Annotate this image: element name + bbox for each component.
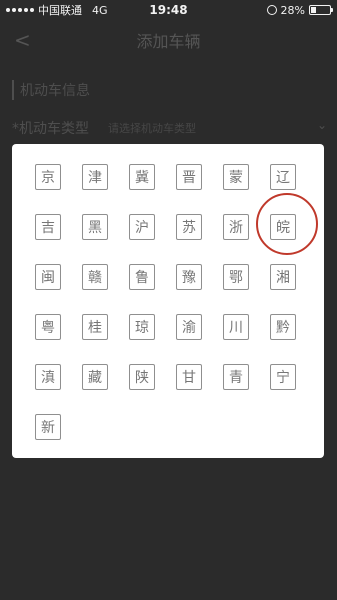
province-key[interactable]: 沪: [129, 214, 155, 240]
province-key[interactable]: 冀: [129, 164, 155, 190]
battery-fill: [311, 7, 317, 13]
nav-bar: < 添加车辆: [0, 20, 337, 60]
signal-icon: [6, 8, 34, 12]
province-key[interactable]: 甘: [176, 364, 202, 390]
province-key[interactable]: 宁: [270, 364, 296, 390]
province-key[interactable]: 渝: [176, 314, 202, 340]
battery-percent: 28%: [280, 3, 305, 17]
page-title: 添加车辆: [136, 32, 201, 51]
vehicle-type-label: *机动车类型: [12, 121, 89, 137]
status-bar: 中国联通 4G 19:48 28%: [0, 0, 337, 20]
vehicle-type-row[interactable]: *机动车类型 请选择机动车类型 ⌄: [12, 118, 327, 142]
province-key[interactable]: 陕: [129, 364, 155, 390]
province-key[interactable]: 苏: [176, 214, 202, 240]
province-key[interactable]: 豫: [176, 264, 202, 290]
network-label: 4G: [92, 3, 108, 17]
province-key[interactable]: 赣: [82, 264, 108, 290]
province-key[interactable]: 蒙: [223, 164, 249, 190]
carrier-label: 中国联通: [38, 4, 82, 17]
province-key[interactable]: 粤: [35, 314, 61, 340]
province-key[interactable]: 京: [35, 164, 61, 190]
province-key[interactable]: 闽: [35, 264, 61, 290]
status-right: 28%: [266, 3, 333, 17]
section-title: 机动车信息: [12, 80, 90, 100]
back-icon[interactable]: <: [14, 28, 31, 52]
province-key[interactable]: 滇: [35, 364, 61, 390]
province-key[interactable]: 黑: [82, 214, 108, 240]
province-key[interactable]: 皖: [270, 214, 296, 240]
province-key[interactable]: 鄂: [223, 264, 249, 290]
province-key[interactable]: 新: [35, 414, 61, 440]
province-key[interactable]: 藏: [82, 364, 108, 390]
battery-icon: [309, 5, 333, 15]
province-key[interactable]: 吉: [35, 214, 61, 240]
status-left: 中国联通 4G: [6, 2, 108, 18]
province-key[interactable]: 桂: [82, 314, 108, 340]
province-key-grid: 京津冀晋蒙辽吉黑沪苏浙皖闽赣鲁豫鄂湘粤桂琼渝川黔滇藏陕甘青宁新: [35, 164, 296, 440]
province-key[interactable]: 湘: [270, 264, 296, 290]
province-key[interactable]: 津: [82, 164, 108, 190]
status-time: 19:48: [149, 3, 188, 17]
province-key[interactable]: 琼: [129, 314, 155, 340]
vehicle-type-placeholder: 请选择机动车类型: [108, 122, 196, 135]
province-key[interactable]: 黔: [270, 314, 296, 340]
province-key[interactable]: 浙: [223, 214, 249, 240]
province-key[interactable]: 辽: [270, 164, 296, 190]
chevron-down-icon: ⌄: [316, 118, 327, 132]
rotation-lock-icon: [266, 5, 277, 15]
province-key[interactable]: 川: [223, 314, 249, 340]
province-key[interactable]: 晋: [176, 164, 202, 190]
province-key[interactable]: 青: [223, 364, 249, 390]
province-keyboard-modal: 京津冀晋蒙辽吉黑沪苏浙皖闽赣鲁豫鄂湘粤桂琼渝川黔滇藏陕甘青宁新: [12, 144, 324, 458]
province-key[interactable]: 鲁: [129, 264, 155, 290]
